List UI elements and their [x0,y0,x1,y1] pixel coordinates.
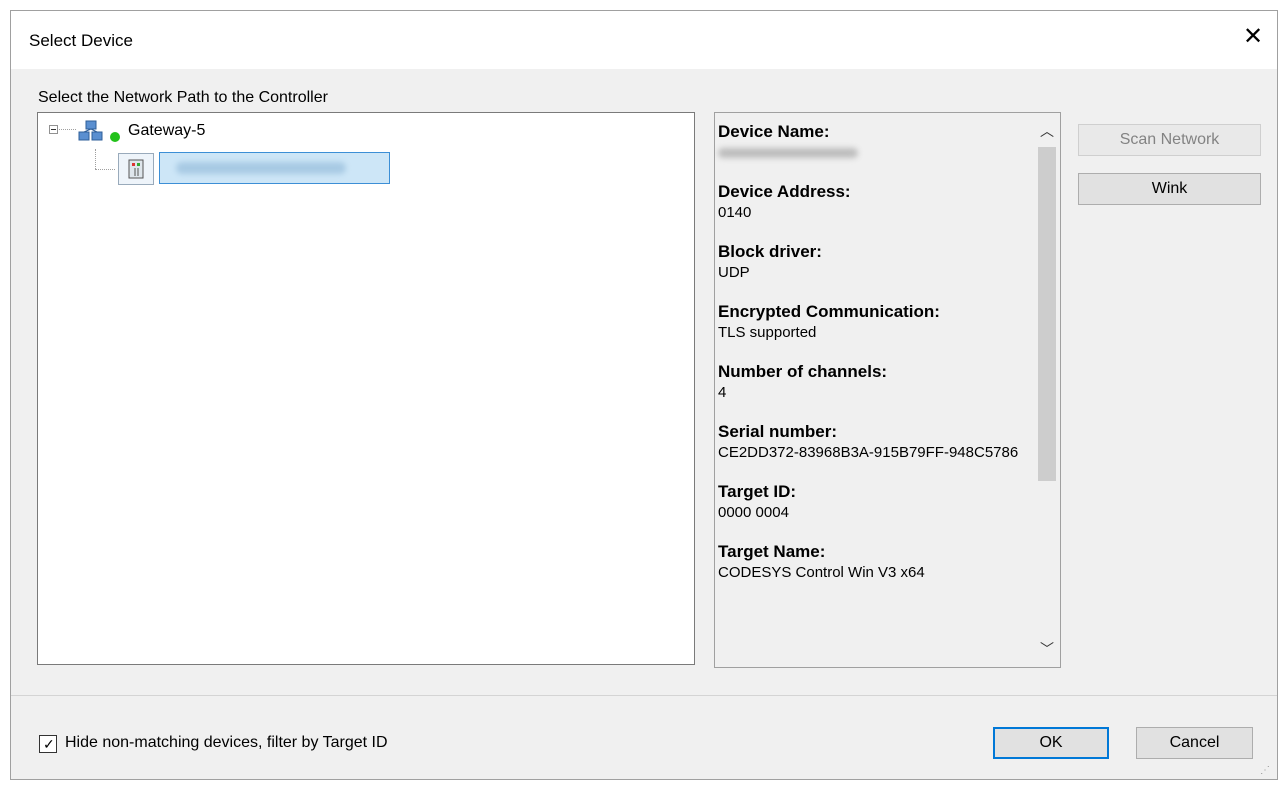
scan-network-button[interactable]: Scan Network [1078,124,1261,156]
scroll-up-icon[interactable]: ︿ [1034,119,1060,143]
network-path-prompt: Select the Network Path to the Controlle… [38,89,328,106]
device-info-list: Device Name: Device Address: 0140 Block dri… [718,121,1036,601]
device-info-panel: Device Name: Device Address: 0140 Block dri… [714,112,1061,668]
ok-button[interactable]: OK [993,727,1109,759]
selected-device-item[interactable] [159,152,390,184]
network-gateway-icon [78,120,103,141]
tree-connector [95,149,96,169]
plc-device-icon [118,153,154,185]
network-tree[interactable]: Gateway-5 [37,112,695,665]
info-scrollbar[interactable]: ︿ ﹀ [1034,113,1060,667]
info-value: CODESYS Control Win V3 x64 [718,564,925,581]
close-icon[interactable]: ✕ [1239,23,1267,51]
info-value [718,142,1036,163]
info-label: Device Address: [718,182,851,201]
info-label: Serial number: [718,422,838,441]
scroll-down-icon[interactable]: ﹀ [1034,637,1060,661]
online-status-icon [110,132,120,142]
hide-non-matching-label[interactable]: Hide non-matching devices, filter by Tar… [65,734,388,752]
info-value: CE2DD372-83968B3A-915B79FF-948C5786 [718,444,1019,461]
info-value: UDP [718,264,750,281]
info-value: TLS supported [718,324,817,341]
collapse-toggle-icon[interactable] [49,125,58,134]
checkmark-icon: ✓ [43,736,55,752]
wink-button[interactable]: Wink [1078,173,1261,205]
redacted-device-name [176,162,346,174]
info-value: 0140 [718,204,752,221]
tree-connector [95,169,115,170]
cancel-button[interactable]: Cancel [1136,727,1253,759]
select-device-dialog: Select Device ✕ Select the Network Path … [10,10,1278,780]
info-label: Encrypted Communication: [718,302,940,321]
resize-grip-icon[interactable]: ⋰ [1260,766,1271,776]
gateway-label[interactable]: Gateway-5 [128,122,205,140]
scrollbar-thumb[interactable] [1038,147,1056,481]
footer-divider [11,695,1277,696]
info-label: Target Name: [718,542,826,561]
hide-non-matching-checkbox[interactable]: ✓ [39,735,57,753]
title-bar: Select Device ✕ [11,11,1277,69]
info-value: 4 [718,384,727,401]
info-label: Number of channels: [718,362,888,381]
info-label: Device Name: [718,122,830,141]
info-label: Target ID: [718,482,797,501]
dialog-title: Select Device [29,31,133,50]
info-value: 0000 0004 [718,504,789,521]
info-label: Block driver: [718,242,822,261]
tree-connector [59,129,76,130]
